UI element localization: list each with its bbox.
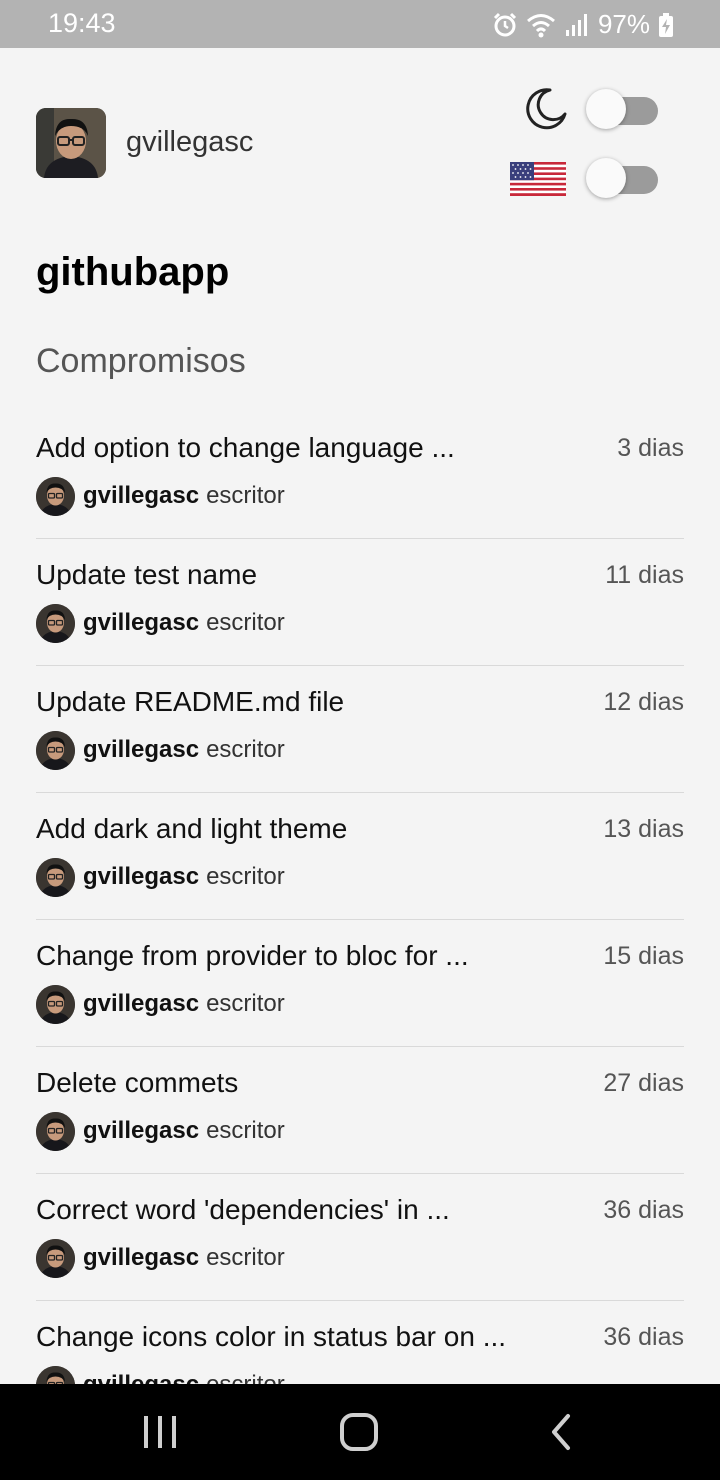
commit-item[interactable]: Update test name 11 dias gvillegasc escr… — [36, 539, 684, 666]
commit-message: Update README.md file — [36, 686, 345, 717]
commit-time: 12 dias — [603, 688, 684, 716]
repo-title: githubapp — [36, 250, 230, 294]
commit-message: Correct word 'dependencies' in ... — [36, 1194, 450, 1225]
commit-item[interactable]: Change from provider to bloc for ... 15 … — [36, 920, 684, 1047]
avatar-image — [36, 108, 106, 178]
alarm-icon — [493, 12, 517, 36]
theme-toggle[interactable] — [586, 89, 658, 129]
author-avatar — [36, 984, 75, 1024]
author-name: gvillegasc — [83, 482, 200, 509]
commit-time: 13 dias — [603, 815, 684, 843]
author-name: gvillegasc — [83, 609, 200, 636]
system-nav-bar — [0, 1384, 720, 1480]
commit-author: gvillegasc escritor — [36, 1111, 285, 1151]
commit-author: gvillegasc escritor — [36, 476, 285, 516]
back-icon[interactable] — [544, 1412, 578, 1452]
author-avatar — [36, 857, 75, 897]
status-icons: 97% — [492, 9, 674, 40]
author-name: gvillegasc — [83, 1117, 200, 1144]
commit-message: Delete commets — [36, 1067, 239, 1098]
commit-time: 15 dias — [603, 942, 684, 970]
commit-item[interactable]: Correct word 'dependencies' in ... 36 di… — [36, 1174, 684, 1301]
author-avatar — [36, 476, 75, 516]
author-name: gvillegasc — [83, 863, 200, 890]
status-time: 19:43 — [48, 8, 116, 38]
commit-time: 11 dias — [605, 561, 684, 589]
author-role: escritor — [206, 482, 285, 509]
commit-item[interactable]: Add option to change language ... 3 dias… — [36, 412, 684, 539]
moon-icon — [526, 88, 567, 130]
home-icon[interactable] — [338, 1412, 380, 1452]
commit-message: Change icons color in status bar on ... — [36, 1321, 507, 1352]
commit-time: 3 dias — [617, 434, 684, 462]
commit-item[interactable]: Delete commets 27 dias gvillegasc escrit… — [36, 1047, 684, 1174]
us-flag-icon — [510, 162, 566, 196]
wifi-icon — [526, 13, 555, 37]
author-name: gvillegasc — [83, 736, 200, 763]
commit-author: gvillegasc escritor — [36, 1365, 285, 1384]
author-role: escritor — [206, 1117, 285, 1144]
author-role: escritor — [206, 863, 285, 890]
section-title: Compromisos — [36, 342, 246, 380]
status-bar: 19:43 97% — [0, 0, 720, 48]
profile-username: gvillegasc — [126, 126, 254, 158]
recents-icon[interactable] — [140, 1412, 180, 1452]
commit-message: Change from provider to bloc for ... — [36, 940, 469, 971]
author-name: gvillegasc — [83, 990, 200, 1017]
language-toggle-thumb — [586, 158, 626, 198]
commit-message: Update test name — [36, 559, 258, 590]
author-role: escritor — [206, 609, 285, 636]
commit-item[interactable]: Change icons color in status bar on ... … — [36, 1301, 684, 1384]
author-avatar — [36, 1111, 75, 1151]
author-avatar — [36, 1238, 75, 1278]
author-role: escritor — [206, 1371, 285, 1384]
commit-author: gvillegasc escritor — [36, 1238, 285, 1278]
language-toggle[interactable] — [586, 158, 658, 198]
commit-item[interactable]: Update README.md file 12 dias gvillegasc… — [36, 666, 684, 793]
battery-charging-icon — [659, 12, 673, 37]
author-role: escritor — [206, 736, 285, 763]
author-avatar — [36, 730, 75, 770]
theme-toggle-thumb — [586, 89, 626, 129]
commit-author: gvillegasc escritor — [36, 730, 285, 770]
battery-percent: 97% — [597, 9, 650, 39]
commit-time: 36 dias — [603, 1323, 684, 1351]
commit-author: gvillegasc escritor — [36, 984, 285, 1024]
commit-time: 36 dias — [603, 1196, 684, 1224]
commit-message: Add dark and light theme — [36, 813, 348, 844]
author-role: escritor — [206, 1244, 285, 1271]
author-avatar — [36, 1365, 75, 1384]
author-name: gvillegasc — [83, 1244, 200, 1271]
profile-avatar[interactable] — [36, 108, 106, 178]
commit-time: 27 dias — [603, 1069, 684, 1097]
commit-list[interactable]: Add option to change language ... 3 dias… — [0, 412, 720, 1384]
commit-author: gvillegasc escritor — [36, 857, 285, 897]
signal-icon — [565, 13, 587, 36]
commit-message: Add option to change language ... — [36, 432, 455, 463]
author-avatar — [36, 603, 75, 643]
commit-author: gvillegasc escritor — [36, 603, 285, 643]
commit-item[interactable]: Add dark and light theme 13 dias gvilleg… — [36, 793, 684, 920]
author-name: gvillegasc — [83, 1371, 199, 1384]
author-role: escritor — [206, 990, 285, 1017]
